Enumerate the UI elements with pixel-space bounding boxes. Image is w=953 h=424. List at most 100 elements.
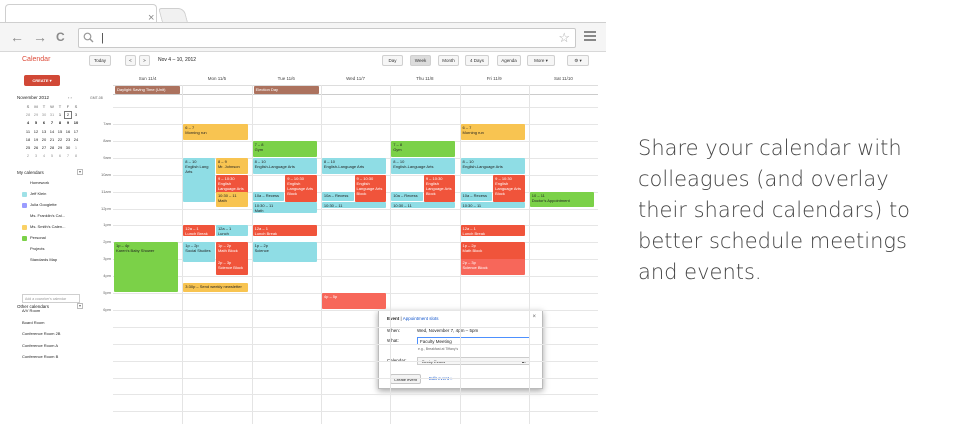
mini-calendar-day[interactable]: 13 — [40, 128, 48, 136]
calendar-event[interactable]: 12a – 1 Lunch Break — [183, 225, 215, 237]
appointment-slots-link[interactable]: Appointment slots — [403, 316, 439, 321]
mini-calendar-day[interactable]: 11 — [24, 128, 32, 136]
mini-calendar-day[interactable]: 5 — [32, 119, 40, 127]
calendar-event[interactable]: 2p – 3p Science Block — [460, 259, 525, 276]
mini-calendar-day[interactable]: 24 — [72, 136, 80, 144]
my-calendars-menu-icon[interactable]: ▾ — [77, 169, 83, 175]
add-coworker-input[interactable]: Add a coworker's calendar — [22, 294, 80, 303]
mini-calendar-day[interactable]: 7 — [64, 152, 72, 160]
popup-event-tab[interactable]: Event — [387, 316, 399, 321]
mini-calendar-day[interactable]: 7 — [48, 119, 56, 127]
mini-calendar-arrows[interactable]: ‹ › — [68, 95, 72, 100]
calendar-event[interactable]: 10:30 – 11Math — [391, 201, 456, 208]
calendar-event[interactable]: 8 – 10 English-Language Arts — [391, 157, 456, 174]
mini-calendar-day[interactable]: 28 — [48, 144, 56, 152]
my-calendar-item[interactable]: Standards Map — [22, 256, 57, 264]
mini-calendar-day[interactable]: 29 — [32, 111, 40, 119]
calendar-event[interactable]: 8 – 10 English-Language Arts — [321, 157, 387, 174]
calendar-event[interactable]: 10:30 – 11Math — [460, 201, 525, 208]
my-calendar-item[interactable]: Ms. Franklin's Cal... — [22, 212, 65, 220]
calendar-event[interactable]: 10:30 – 11Math — [321, 201, 387, 208]
mini-calendar-day[interactable]: 4 — [24, 119, 32, 127]
mini-calendar-day[interactable]: 17 — [72, 128, 80, 136]
calendar-event[interactable]: 10a – Recess — [252, 191, 285, 201]
my-calendar-item[interactable]: Homework — [22, 179, 49, 187]
mini-calendar-day[interactable]: 6 — [40, 119, 48, 127]
settings-gear-icon[interactable]: ⚙ ▾ — [567, 55, 589, 66]
browser-tab[interactable]: × — [5, 4, 157, 24]
calendar-event[interactable]: 12a – 1 Lunch Break — [252, 225, 317, 237]
calendar-event[interactable]: 7 – 8 Gym — [391, 140, 456, 157]
calendar-event[interactable]: 10:30 – 11Math — [215, 191, 248, 208]
day-header[interactable]: Thu 11/8 — [390, 76, 459, 84]
my-calendar-item[interactable]: Personal — [22, 234, 46, 242]
mini-calendar-day[interactable]: 10 — [72, 119, 80, 127]
my-calendar-item[interactable]: Julia Googlette — [22, 201, 57, 209]
day-header[interactable]: Wed 11/7 — [321, 76, 390, 84]
my-calendars-heading[interactable]: My calendars — [17, 170, 44, 175]
mini-calendar-day[interactable]: 19 — [32, 136, 40, 144]
prev-week-button[interactable]: < — [125, 55, 136, 66]
other-calendars-menu-icon[interactable]: ▾ — [77, 303, 83, 309]
calendar-event[interactable]: 9 – 10:30English Language Arts Block — [493, 174, 525, 203]
all-day-event[interactable]: Election Day — [253, 86, 319, 94]
today-button[interactable]: Today — [89, 55, 111, 66]
mini-calendar-day[interactable]: 18 — [24, 136, 32, 144]
other-calendar-item[interactable]: Board Room — [22, 319, 44, 327]
my-calendar-item[interactable]: Ms. Smith's Calen... — [22, 223, 65, 231]
calendar-event[interactable]: 7 – 8 Gym — [252, 140, 317, 157]
address-bar[interactable]: | ☆ — [78, 28, 576, 48]
calendar-event[interactable]: 10 – 11 Doctor's Appointment — [529, 191, 595, 208]
mini-calendar-day[interactable]: 26 — [32, 144, 40, 152]
view-button-day[interactable]: Day — [382, 55, 403, 66]
view-button-week[interactable]: Week — [410, 55, 431, 66]
calendar-event[interactable]: 6 – 7 Morning run — [183, 124, 248, 140]
day-header[interactable]: Fri 11/9 — [460, 76, 529, 84]
mini-calendar-day[interactable]: 29 — [56, 144, 64, 152]
forward-icon[interactable]: → — [33, 30, 47, 44]
calendar-event[interactable]: 10a – Recess — [321, 191, 354, 201]
calendar-event[interactable]: 9 – 10:30English Language Arts Block — [285, 174, 317, 203]
create-button[interactable]: CREATE ▾ — [24, 75, 60, 86]
mini-calendar-day[interactable]: 2 — [64, 111, 72, 120]
more-button[interactable]: More ▾ — [527, 55, 555, 66]
my-calendar-item[interactable]: Projects — [22, 245, 44, 253]
mini-calendar-day[interactable]: 14 — [48, 128, 56, 136]
calendar-event[interactable]: 9 – 10:30English Language Arts Block — [354, 174, 387, 203]
other-calendar-item[interactable]: Conference Room A — [22, 342, 58, 350]
calendar-event[interactable]: 10a – Recess — [460, 191, 493, 201]
bookmark-star-icon[interactable]: ☆ — [558, 30, 570, 46]
browser-menu-icon[interactable] — [584, 31, 596, 43]
calendar-event[interactable]: 8 – 10 English-Language Arts — [252, 157, 317, 174]
calendar-event[interactable]: 1p – 4p Karen's Baby Shower — [114, 242, 179, 292]
mini-calendar-day[interactable]: 8 — [72, 152, 80, 160]
my-calendar-item[interactable]: Jeff Klein — [22, 190, 46, 198]
day-header[interactable]: Mon 11/5 — [182, 76, 251, 84]
mini-calendar-day[interactable]: 1 — [72, 144, 80, 152]
mini-calendar-day[interactable]: 4 — [40, 152, 48, 160]
calendar-event[interactable]: 10a – Recess — [391, 191, 423, 201]
view-button-4-days[interactable]: 4 Days — [465, 55, 489, 66]
day-header[interactable]: Tue 11/6 — [252, 76, 321, 84]
back-icon[interactable]: ← — [10, 30, 24, 44]
mini-calendar-day[interactable]: 30 — [64, 144, 72, 152]
create-dropdown-icon[interactable]: ▾ — [50, 78, 52, 83]
create-event-button[interactable]: Create event — [390, 374, 421, 384]
mini-calendar-day[interactable]: 3 — [72, 111, 80, 119]
day-header[interactable]: Sun 11/4 — [113, 76, 182, 84]
mini-calendar-day[interactable]: 2 — [24, 152, 32, 160]
calendar-event[interactable]: 1p – 2p Science — [252, 242, 317, 262]
mini-calendar-day[interactable]: 16 — [64, 128, 72, 136]
close-popup-icon[interactable]: × — [532, 314, 536, 320]
calendar-event[interactable]: 2p – 3p Science Block — [215, 259, 248, 276]
mini-calendar-day[interactable]: 8 — [56, 119, 64, 127]
mini-calendar-day[interactable]: 9 — [64, 119, 72, 127]
view-button-month[interactable]: Month — [438, 55, 459, 66]
mini-calendar-day[interactable]: 5 — [48, 152, 56, 160]
mini-calendar-day[interactable]: 23 — [64, 136, 72, 144]
day-header[interactable]: Sat 11/10 — [529, 76, 598, 84]
mini-calendar-day[interactable]: 27 — [40, 144, 48, 152]
mini-calendar-day[interactable]: 25 — [24, 144, 32, 152]
mini-calendar-day[interactable]: 31 — [48, 111, 56, 119]
mini-calendar-day[interactable]: 28 — [24, 111, 32, 119]
